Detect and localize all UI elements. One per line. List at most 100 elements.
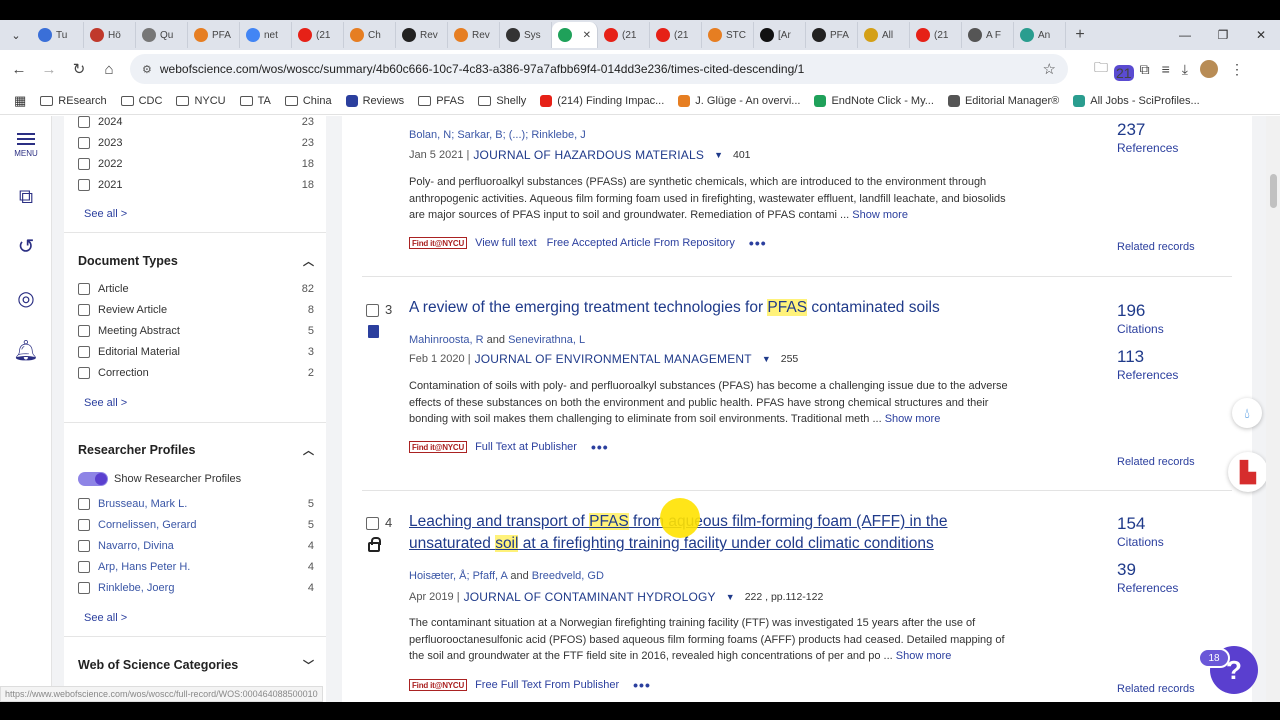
show-more-link[interactable]: Show more	[852, 209, 908, 221]
filter-option[interactable]: 2024 23	[78, 116, 314, 128]
author-link[interactable]: Breedveld, GD	[532, 570, 604, 582]
find-it-nycu-button[interactable]: Find it@NYCU	[409, 679, 468, 691]
browser-tab[interactable]: Qu	[136, 22, 188, 48]
record-checkbox[interactable]	[366, 304, 379, 317]
browser-tab[interactable]: Rev	[396, 22, 448, 48]
author-link[interactable]: Mahinroosta, R	[409, 334, 484, 346]
filter-option[interactable]: 2022 18	[78, 158, 314, 170]
document-types-heading[interactable]: Document Types ︿	[78, 253, 314, 269]
filter-checkbox[interactable]	[78, 283, 90, 295]
alerts-bell-icon[interactable]: 🔔︎	[0, 338, 52, 363]
filter-checkbox[interactable]	[78, 367, 90, 379]
browser-menu-icon[interactable]: ⋮	[1230, 61, 1244, 78]
author-link[interactable]: (...)	[509, 129, 526, 141]
filter-label[interactable]: Arp, Hans Peter H.	[98, 561, 190, 573]
new-tab-button[interactable]: +	[1066, 26, 1094, 44]
browser-tab[interactable]: (21	[292, 22, 344, 48]
browser-tab[interactable]: STC	[702, 22, 754, 48]
browser-tab[interactable]: A F	[962, 22, 1014, 48]
filter-option[interactable]: 2021 18	[78, 179, 314, 191]
browser-tab[interactable]: Hö	[84, 22, 136, 48]
bookmark-item[interactable]: (214) Finding Impac...	[540, 95, 664, 107]
menu-button[interactable]: MENU	[0, 130, 52, 158]
filter-checkbox[interactable]	[78, 325, 90, 337]
see-all-years-link[interactable]: See all >	[84, 208, 127, 220]
author-link[interactable]: Pfaff, A	[473, 570, 508, 582]
journal-dropdown-icon[interactable]: ▼	[762, 354, 771, 364]
show-researcher-profiles-toggle[interactable]: Show Researcher Profiles	[78, 472, 314, 486]
find-it-nycu-button[interactable]: Find it@NYCU	[409, 237, 468, 249]
url-bar[interactable]: ⚙ webofscience.com/wos/woscc/summary/4b6…	[130, 54, 1068, 84]
browser-tab[interactable]: Rev	[448, 22, 500, 48]
record-checkbox[interactable]	[366, 517, 379, 530]
browser-tab[interactable]: ✕	[552, 22, 598, 48]
see-all-researchers-link[interactable]: See all >	[84, 612, 127, 624]
author-link[interactable]: Rinklebe, J	[531, 129, 585, 141]
filter-checkbox[interactable]	[78, 346, 90, 358]
author-link[interactable]: Bolan, N	[409, 129, 451, 141]
filter-option[interactable]: Review Article 8	[78, 304, 314, 316]
close-tab-icon[interactable]: ✕	[583, 30, 591, 41]
bookmark-item[interactable]: TA	[239, 95, 271, 107]
record-title-link[interactable]: Leaching and transport of PFAS from aque…	[409, 511, 999, 555]
apps-grid-icon[interactable]: ▦	[14, 93, 26, 109]
more-options-icon[interactable]: •••	[633, 677, 651, 693]
more-options-icon[interactable]: •••	[591, 439, 609, 455]
filter-option[interactable]: Cornelissen, Gerard 5	[78, 519, 314, 531]
bookmark-item[interactable]: China	[284, 95, 332, 107]
journal-dropdown-icon[interactable]: ▼	[726, 592, 735, 602]
author-link[interactable]: Hoisæter, Å	[409, 570, 466, 582]
filter-checkbox[interactable]	[78, 561, 90, 573]
toggle-switch[interactable]	[78, 472, 108, 486]
references-metric[interactable]: 113 References	[1117, 347, 1178, 382]
show-more-link[interactable]: Show more	[885, 413, 941, 425]
browser-tab[interactable]: (21	[650, 22, 702, 48]
author-link[interactable]: Sarkar, B	[457, 129, 502, 141]
profile-icon[interactable]: ◎	[0, 286, 52, 311]
bookmark-item[interactable]: Editorial Manager®	[947, 95, 1059, 107]
find-it-nycu-button[interactable]: Find it@NYCU	[409, 441, 468, 453]
related-records-link[interactable]: Related records	[1117, 456, 1195, 468]
free-accepted-article-link[interactable]: Free Accepted Article From Repository	[547, 237, 735, 249]
filter-checkbox[interactable]	[78, 304, 90, 316]
browser-tab[interactable]: [Ar	[754, 22, 806, 48]
reload-icon[interactable]: ↻	[64, 60, 94, 78]
citations-metric[interactable]: 154 Citations	[1117, 514, 1164, 549]
filter-option[interactable]: Navarro, Divina 4	[78, 540, 314, 552]
filter-option[interactable]: Correction 2	[78, 367, 314, 379]
browser-tab[interactable]: (21	[598, 22, 650, 48]
browser-tab[interactable]: Sys	[500, 22, 552, 48]
record-title-link[interactable]: A review of the emerging treatment techn…	[409, 297, 999, 319]
filter-label[interactable]: Brusseau, Mark L.	[98, 498, 187, 510]
bookmark-item[interactable]: All Jobs - SciProfiles...	[1073, 95, 1200, 107]
bookmark-star-icon[interactable]: ☆	[1043, 60, 1056, 78]
tab-search-chevron-icon[interactable]: ⌄	[0, 20, 32, 50]
browser-tab[interactable]: PFA	[806, 22, 858, 48]
filter-checkbox[interactable]	[78, 498, 90, 510]
browser-tab[interactable]: An	[1014, 22, 1066, 48]
minimize-icon[interactable]: —	[1166, 28, 1204, 42]
home-icon[interactable]: ⌂	[94, 61, 124, 78]
references-metric[interactable]: 237 References	[1117, 120, 1178, 155]
filter-label[interactable]: Rinklebe, Joerg	[98, 582, 174, 594]
extension-folder-icon[interactable]: 🗀 21	[1094, 57, 1134, 81]
browser-tab[interactable]: (21	[910, 22, 962, 48]
filter-checkbox[interactable]	[78, 116, 90, 128]
browser-tab[interactable]: Tu	[32, 22, 84, 48]
filter-checkbox[interactable]	[78, 582, 90, 594]
journal-link[interactable]: JOURNAL OF HAZARDOUS MATERIALS	[473, 148, 704, 162]
filter-option[interactable]: 2023 23	[78, 137, 314, 149]
browser-tab[interactable]: All	[858, 22, 910, 48]
filter-checkbox[interactable]	[78, 137, 90, 149]
bookmark-item[interactable]: PFAS	[418, 95, 464, 107]
filter-option[interactable]: Brusseau, Mark L. 5	[78, 498, 314, 510]
free-full-text-publisher-link[interactable]: Free Full Text From Publisher	[475, 679, 619, 691]
reading-list-icon[interactable]: ≡	[1162, 61, 1170, 77]
bookmark-item[interactable]: Shelly	[478, 95, 526, 107]
journal-link[interactable]: JOURNAL OF ENVIRONMENTAL MANAGEMENT	[475, 352, 752, 366]
related-records-link[interactable]: Related records	[1117, 683, 1195, 695]
filter-option[interactable]: Editorial Material 3	[78, 346, 314, 358]
researcher-profiles-heading[interactable]: Researcher Profiles ︿	[78, 442, 314, 458]
translate-drop-icon[interactable]: 💧︎	[1232, 398, 1262, 428]
browser-tab[interactable]: Ch	[344, 22, 396, 48]
